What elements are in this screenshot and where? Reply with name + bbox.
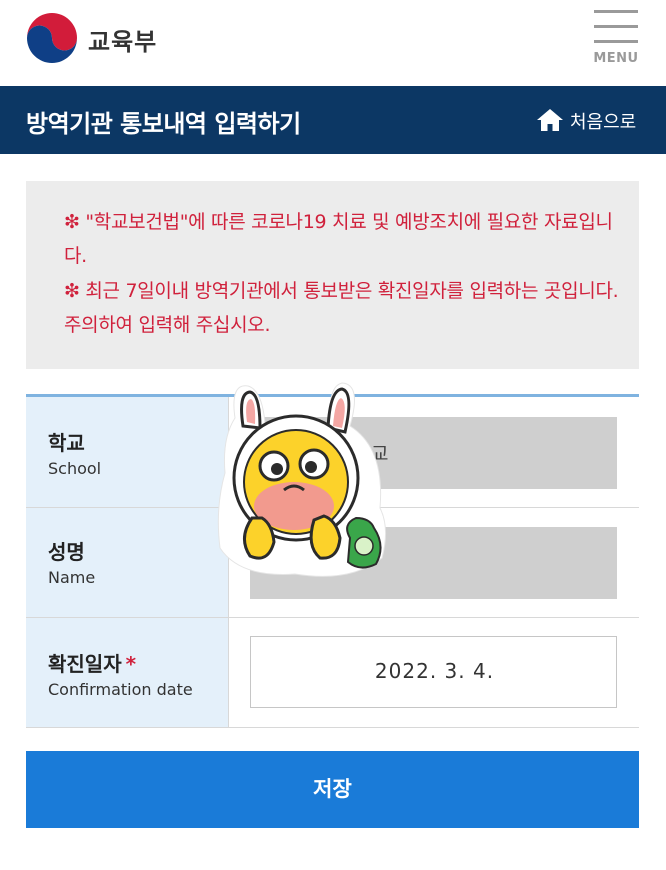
logo-text[interactable]: 교육부 [88, 22, 157, 57]
notice-line: ❇ 최근 7일이내 방역기관에서 통보받은 확진일자를 입력하는 곳입니다. 주… [64, 280, 619, 336]
required-mark: * [125, 652, 137, 676]
home-label[interactable]: 처음으로 [570, 108, 636, 134]
confirmation-date-input[interactable]: 2022. 3. 4. [250, 636, 617, 708]
date-label-text: 확진일자 [48, 652, 122, 676]
name-label-cell: 성명 Name [26, 508, 229, 617]
menu-button[interactable]: MENU [592, 8, 640, 70]
home-icon[interactable] [536, 108, 564, 132]
save-button[interactable]: 저장 [26, 751, 639, 828]
menu-icon[interactable] [594, 10, 638, 13]
notice-box: ❇ "학교보건법"에 따른 코로나19 치료 및 예방조치에 필요한 자료입니다… [26, 181, 639, 369]
page-title: 방역기관 통보내역 입력하기 [26, 110, 301, 138]
confirmation-date-value[interactable]: 2022. 3. 4. [251, 659, 618, 683]
confirmation-date-row: 확진일자 * Confirmation date 2022. 3. 4. [26, 618, 639, 728]
top-header: 교육부 MENU [0, 0, 666, 86]
notice-line: ❇ "학교보건법"에 따른 코로나19 치료 및 예방조치에 필요한 자료입니다… [64, 211, 613, 267]
school-label-en: School [48, 459, 102, 478]
rabbit-sticker-icon [217, 382, 386, 577]
school-label-cell: 학교 School [26, 397, 229, 507]
moe-logo-icon[interactable] [26, 12, 78, 64]
name-label: 성명 [48, 540, 85, 564]
menu-label[interactable]: MENU [592, 51, 640, 66]
date-label-en: Confirmation date [48, 680, 193, 699]
menu-icon-bar[interactable] [594, 40, 638, 43]
date-label-cell: 확진일자 * Confirmation date [26, 618, 229, 727]
page-title-bar: 방역기관 통보내역 입력하기 처음으로 [0, 86, 666, 154]
name-label-en: Name [48, 568, 96, 587]
date-label: 확진일자 * [48, 648, 136, 677]
school-label: 학교 [48, 431, 85, 455]
menu-icon-bar[interactable] [594, 25, 638, 28]
